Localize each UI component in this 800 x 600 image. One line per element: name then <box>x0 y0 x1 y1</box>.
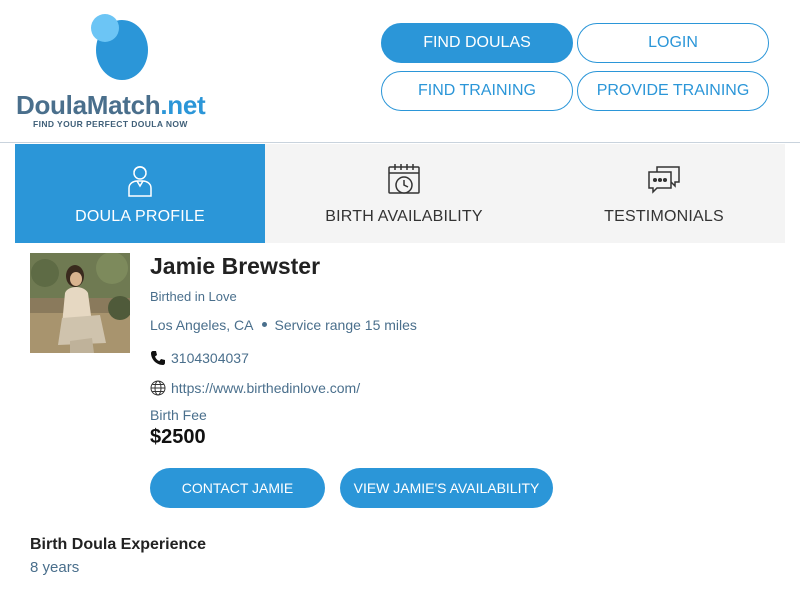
profile-tabs: DOULA PROFILE BIRTH AVAILABILITY TESTIMO… <box>15 144 785 243</box>
phone-line[interactable]: 3104304037 <box>150 350 249 366</box>
experience-title: Birth Doula Experience <box>30 536 207 553</box>
logo-word-doula: Doula <box>16 90 87 120</box>
person-icon <box>128 166 152 197</box>
doula-photo <box>30 253 130 353</box>
doula-name: Jamie Brewster <box>150 253 321 279</box>
tab-birth-availability[interactable]: BIRTH AVAILABILITY <box>265 144 543 243</box>
globe-icon <box>150 380 166 396</box>
contact-button[interactable]: CONTACT JAMIE <box>150 468 325 508</box>
view-availability-button[interactable]: VIEW JAMIE'S AVAILABILITY <box>340 468 553 508</box>
logo-tagline: FIND YOUR PERFECT DOULA NOW <box>33 119 188 129</box>
site-header: DoulaMatch.net FIND YOUR PERFECT DOULA N… <box>0 0 800 143</box>
fee-label: Birth Fee <box>150 407 207 423</box>
website-line[interactable]: https://www.birthedinlove.com/ <box>150 380 360 396</box>
tab-doula-profile-label: DOULA PROFILE <box>75 208 205 225</box>
doula-photo-image <box>30 253 130 353</box>
tab-doula-profile[interactable]: DOULA PROFILE <box>15 144 265 243</box>
business-name: Birthed in Love <box>150 289 237 304</box>
find-training-button[interactable]: FIND TRAINING <box>381 71 573 111</box>
logo-word-net: .net <box>160 90 206 120</box>
provide-training-button[interactable]: PROVIDE TRAINING <box>577 71 769 111</box>
phone-number: 3104304037 <box>171 350 249 366</box>
login-button[interactable]: LOGIN <box>577 23 769 63</box>
phone-icon <box>151 351 165 365</box>
website-link[interactable]: https://www.birthedinlove.com/ <box>171 380 360 396</box>
tab-birth-availability-label: BIRTH AVAILABILITY <box>325 208 483 225</box>
chat-bubbles-icon <box>648 166 680 194</box>
logo-wordmark: DoulaMatch.net <box>16 90 206 121</box>
location-line: Los Angeles, CA Service range 15 miles <box>150 317 417 333</box>
tab-testimonials[interactable]: TESTIMONIALS <box>543 144 785 243</box>
city: Los Angeles, CA <box>150 317 254 333</box>
separator-dot <box>261 322 267 328</box>
calendar-clock-icon <box>388 164 420 194</box>
experience-section: Birth Doula Experience 8 years <box>30 536 206 576</box>
service-range: Service range 15 miles <box>274 317 417 333</box>
logo-word-match: Match <box>86 90 161 120</box>
site-logo[interactable]: DoulaMatch.net FIND YOUR PERFECT DOULA N… <box>16 12 226 132</box>
tab-testimonials-label: TESTIMONIALS <box>604 208 724 225</box>
experience-value: 8 years <box>30 559 80 576</box>
find-doulas-button[interactable]: FIND DOULAS <box>381 23 573 63</box>
logo-drop-icon <box>91 14 148 80</box>
fee-value: $2500 <box>150 426 206 448</box>
